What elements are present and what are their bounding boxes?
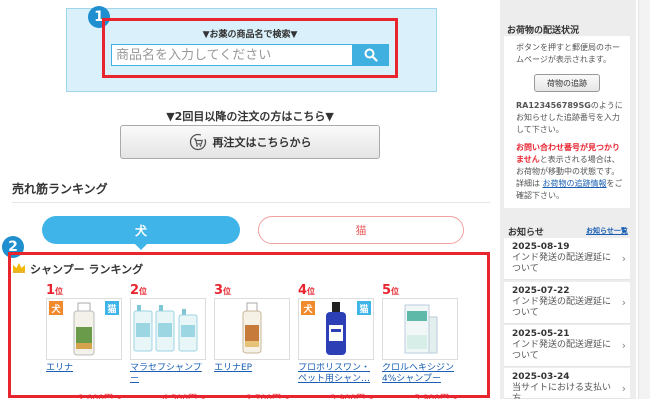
shampoo-bottle-image	[242, 302, 262, 354]
search-input[interactable]	[111, 44, 353, 66]
news-item[interactable]: 2025-08-19 インド発送の配送遅延について ›	[504, 238, 630, 280]
news-date: 2025-03-24	[512, 372, 570, 382]
product-price: 4,500円〜	[162, 394, 206, 399]
chevron-right-icon: ›	[621, 296, 626, 309]
product-price: 2,000円〜	[78, 394, 122, 399]
cat-tag: 猫	[105, 301, 119, 315]
ranking-item-3: 3位 エリナEP 2,700円〜	[214, 284, 290, 399]
product-name-link[interactable]: マラセブシャンプー	[130, 363, 206, 385]
shampoo-ranking-subtitle: シャンプー ランキング	[30, 263, 144, 276]
dog-tag: 犬	[301, 301, 315, 315]
tracking-instruction: RA123456789SGのようにお知らせした追跡番号を入力して下さい。	[516, 101, 623, 134]
ranking-item-1: 1位 犬 猫 エリナ 2,000円〜	[46, 284, 122, 399]
product-name-link[interactable]: クロルヘキシジン4%シャンプー	[382, 363, 458, 385]
news-text: 当サイトにおける支払い方	[512, 383, 612, 399]
chevron-right-icon: ›	[621, 252, 626, 265]
search-button[interactable]	[353, 44, 389, 66]
delivery-panel: ボタンを押すと郵便局のホームページが表示されます。 荷物の追跡 RA123456…	[504, 36, 630, 208]
dog-tag: 犬	[49, 301, 63, 315]
product-image-link[interactable]	[214, 298, 290, 360]
product-price: 5,900円〜	[414, 394, 458, 399]
rank-number: 1位	[46, 283, 64, 298]
product-image-link[interactable]: 犬 猫	[298, 298, 374, 360]
search-icon	[364, 48, 378, 62]
track-package-button[interactable]: 荷物の追跡	[534, 74, 600, 92]
news-item[interactable]: 2025-03-24 当サイトにおける支払い方 ›	[504, 368, 630, 399]
rank-number: 4位	[298, 283, 316, 298]
product-image-link[interactable]	[130, 298, 206, 360]
news-text: インド発送の配送遅延について	[512, 340, 612, 361]
ranking-item-2: 2位 マラセブシャンプー 4,500円〜	[130, 284, 206, 399]
ranking-title: 売れ筋ランキング	[12, 182, 108, 196]
news-title: お知らせ	[508, 228, 544, 238]
delivery-description: ボタンを押すと郵便局のホームページが表示されます。	[516, 43, 620, 64]
tracking-info-link[interactable]: お荷物の追跡情報	[543, 179, 607, 188]
tracking-detail: 詳細は お荷物の追跡情報をご確認下さい。	[516, 179, 623, 200]
page-root: { "search": { "caption": "▼お薬の商品名で検索▼", …	[0, 0, 650, 399]
delivery-title: お荷物の配送状況	[507, 26, 580, 36]
news-date: 2025-07-22	[512, 286, 570, 296]
news-text: インド発送の配送遅延について	[512, 253, 612, 274]
crown-icon	[13, 263, 25, 273]
tab-dog[interactable]: 犬	[42, 216, 240, 244]
chevron-right-icon: ›	[621, 339, 626, 352]
news-date: 2025-05-21	[512, 329, 570, 339]
cart-refresh-icon	[189, 133, 206, 151]
tracking-warning: お問い合わせ番号が見つかりませんと表示される場合は、お荷物が移動中の状態です。	[516, 143, 620, 176]
product-name-link[interactable]: プロポリスワン・ペット用シャン…	[298, 363, 374, 385]
ranking-divider	[12, 202, 490, 203]
rank-number: 5位	[382, 283, 400, 298]
news-all-link[interactable]: お知らせ一覧	[586, 226, 628, 236]
news-item[interactable]: 2025-05-21 インド発送の配送遅延について ›	[504, 325, 630, 367]
search-highlight-frame: ▼お薬の商品名で検索▼	[102, 18, 398, 78]
chevron-right-icon: ›	[621, 382, 626, 395]
product-name-link[interactable]: エリナ	[46, 363, 122, 385]
reorder-heading: ▼2回目以降の注文の方はこちら▼	[166, 110, 334, 123]
search-caption: ▼お薬の商品名で検索▼	[202, 30, 298, 40]
shampoo-box-image	[404, 304, 438, 354]
news-item[interactable]: 2025-07-22 インド発送の配送遅延について ›	[504, 282, 630, 324]
product-price: 3,900円〜	[330, 394, 374, 399]
product-price: 2,700円〜	[246, 394, 290, 399]
cat-tag: 猫	[357, 301, 371, 315]
news-date: 2025-08-19	[512, 242, 570, 252]
news-text: インド発送の配送遅延について	[512, 297, 612, 318]
reorder-button-label: 再注文はこちらから	[212, 136, 312, 149]
rank-number: 3位	[214, 283, 232, 298]
rank-number: 2位	[130, 283, 148, 298]
ranking-item-4: 4位 犬 猫 プロポリスワン・ペット用シャン… 3,900円〜	[298, 284, 374, 399]
reorder-button[interactable]: 再注文はこちらから	[120, 125, 380, 159]
ranking-item-5: 5位 クロルヘキシジン4%シャンプー 5,900円〜	[382, 284, 458, 399]
product-image-link[interactable]: 犬 猫	[46, 298, 122, 360]
scrollbar[interactable]	[638, 0, 650, 399]
product-image-link[interactable]	[382, 298, 458, 360]
product-name-link[interactable]: エリナEP	[214, 363, 290, 385]
tab-dog-active-arrow	[134, 243, 148, 250]
tab-cat[interactable]: 猫	[258, 216, 464, 244]
shampoo-bottles-image	[133, 305, 198, 352]
